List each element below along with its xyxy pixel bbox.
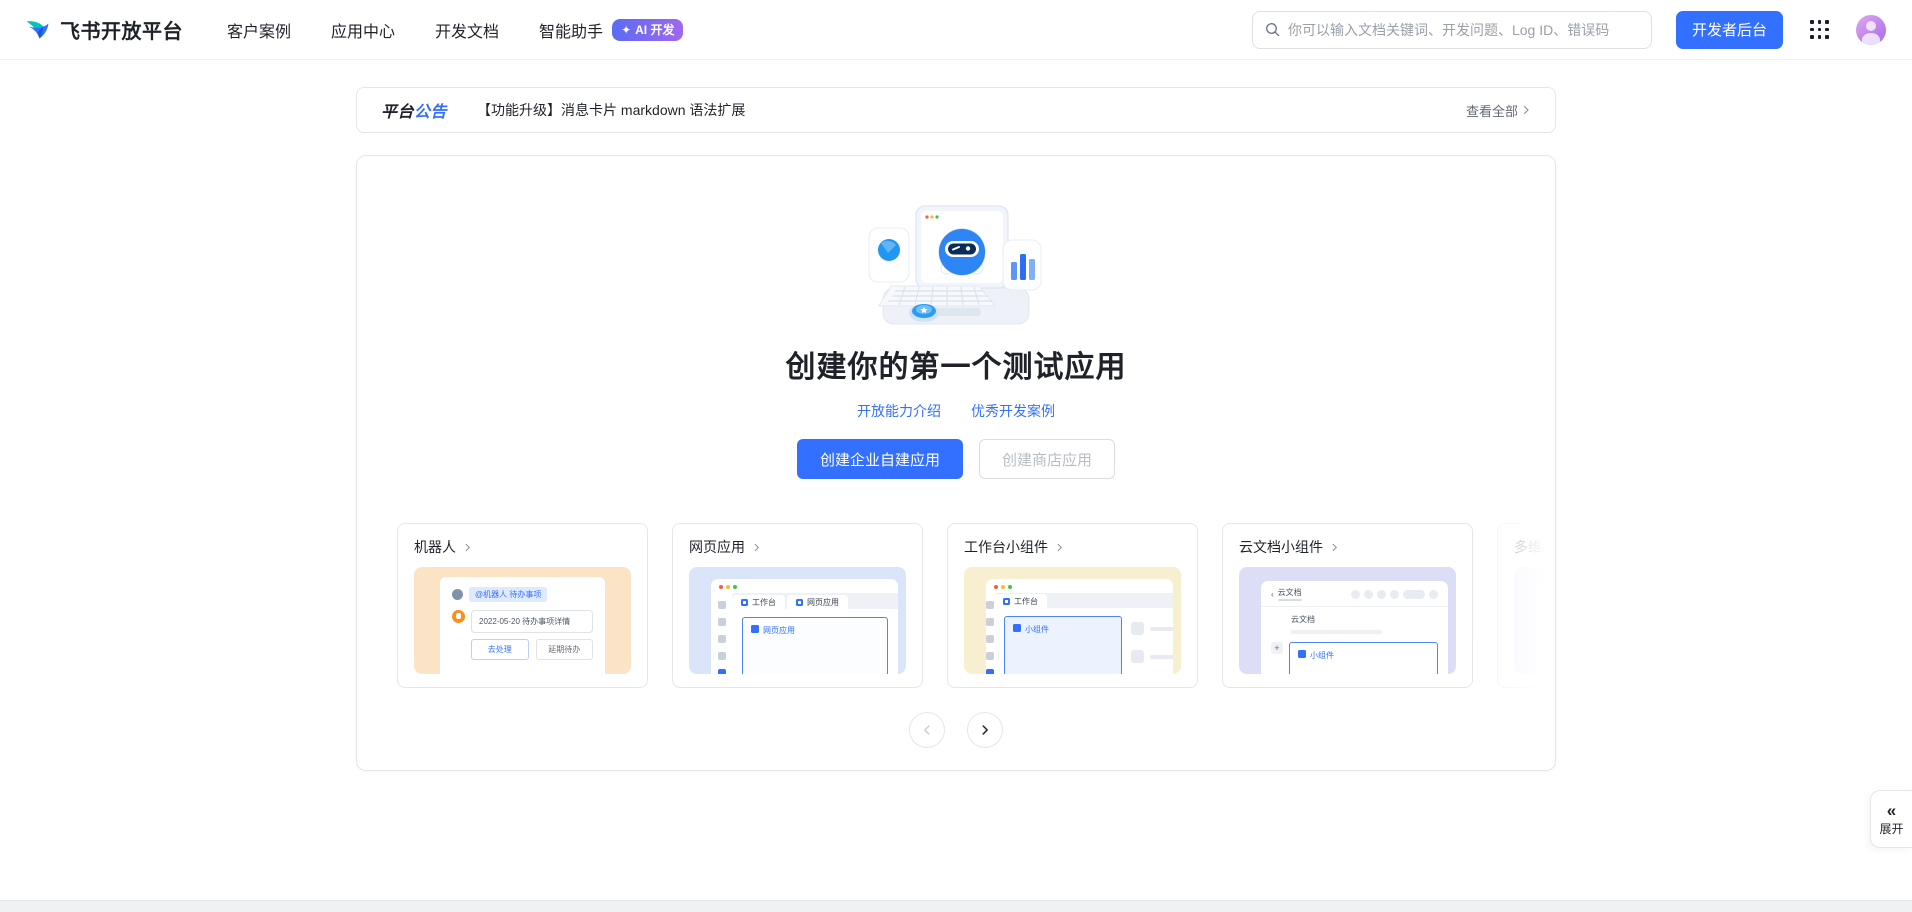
- mock-plus-icon: +: [1271, 642, 1283, 654]
- hero-buttons: 创建企业自建应用 创建商店应用: [357, 439, 1555, 479]
- mock-mention-pill: @机器人 待办事项: [469, 587, 548, 602]
- card-web-app[interactable]: 网页应用 工作台 网页应用 网页应用: [672, 523, 923, 688]
- nav-item-ai-assistant[interactable]: 智能助手 ✦ AI 开发: [539, 18, 684, 42]
- card-web-thumbnail: 工作台 网页应用 网页应用: [689, 567, 906, 674]
- create-custom-app-button[interactable]: 创建企业自建应用: [796, 439, 963, 479]
- card-bitable-plugin[interactable]: 多维表格插件 ‹ 多维表格: [1497, 523, 1555, 688]
- mock-action-secondary: 延期待办: [535, 639, 593, 660]
- feishu-logo-icon: [24, 16, 51, 43]
- card-workbench-thumbnail: 工作台 小组件: [964, 567, 1181, 674]
- card-bot[interactable]: 机器人 @机器人 待办事项 2022-05-20 待办事项详情 去处理 延期待办: [397, 523, 648, 688]
- card-web-title: 网页应用: [689, 539, 745, 555]
- bottom-edge-strip: [0, 900, 1912, 912]
- nav-item-ai-label: 智能助手: [539, 23, 604, 41]
- platform-announcement-banner[interactable]: 平台公告 【功能升级】消息卡片 markdown 语法扩展 查看全部: [356, 87, 1556, 133]
- carousel-controls: [357, 712, 1555, 748]
- card-docs-widget[interactable]: 云文档小组件 ‹ 云文档 云文档 + 小组件: [1222, 523, 1473, 688]
- app-launcher-icon[interactable]: [1810, 20, 1829, 39]
- card-bitable-thumbnail: ‹ 多维表格: [1514, 567, 1555, 674]
- expand-side-panel-button[interactable]: « 展开: [1870, 790, 1912, 848]
- card-workbench-title: 工作台小组件: [964, 539, 1048, 555]
- ai-dev-badge: ✦ AI 开发: [612, 18, 684, 41]
- brand-title: 飞书开放平台: [60, 21, 183, 43]
- link-open-capabilities[interactable]: 开放能力介绍: [857, 401, 941, 421]
- card-bot-title: 机器人: [414, 539, 456, 555]
- expand-label: 展开: [1879, 821, 1904, 836]
- global-search[interactable]: [1251, 10, 1652, 49]
- sparkle-icon: ✦: [621, 22, 632, 37]
- mock-bot-icon: [452, 610, 465, 623]
- nav-item-app-center[interactable]: 应用中心: [331, 18, 395, 42]
- mock-user-avatar: [452, 589, 463, 600]
- mock-todo-text: 2022-05-20 待办事项详情: [471, 610, 593, 633]
- link-dev-cases[interactable]: 优秀开发案例: [971, 401, 1055, 421]
- search-input[interactable]: [1287, 21, 1639, 38]
- card-bitable-title: 多维表格插件: [1514, 539, 1555, 555]
- chevron-right-icon: [754, 543, 760, 551]
- chevron-right-icon: [1521, 105, 1531, 115]
- brand-logo[interactable]: 飞书开放平台: [24, 15, 183, 44]
- capability-cards-row: 机器人 @机器人 待办事项 2022-05-20 待办事项详情 去处理 延期待办…: [357, 523, 1555, 688]
- nav-item-customer-cases[interactable]: 客户案例: [227, 18, 291, 42]
- nav-item-dev-docs[interactable]: 开发文档: [435, 18, 499, 42]
- user-avatar[interactable]: [1856, 14, 1886, 45]
- carousel-prev-button[interactable]: [909, 712, 945, 748]
- create-store-app-button[interactable]: 创建商店应用: [979, 439, 1116, 479]
- avatar-person-icon: [1866, 20, 1876, 31]
- page-content: 平台公告 【功能升级】消息卡片 markdown 语法扩展 查看全部 创建你的第…: [0, 60, 1912, 771]
- card-bot-thumbnail: @机器人 待办事项 2022-05-20 待办事项详情 去处理 延期待办: [414, 567, 631, 674]
- card-workbench-widget[interactable]: 工作台小组件 工作台 小组件: [947, 523, 1198, 688]
- card-docs-title: 云文档小组件: [1239, 539, 1323, 555]
- developer-console-button[interactable]: 开发者后台: [1675, 10, 1783, 49]
- chevron-left-icon: [924, 725, 930, 735]
- announcement-message[interactable]: 【功能升级】消息卡片 markdown 语法扩展: [477, 100, 745, 120]
- card-docs-thumbnail: ‹ 云文档 云文档 + 小组件: [1239, 567, 1456, 674]
- chevron-right-icon: [465, 543, 471, 551]
- topbar-right-cluster: 开发者后台: [1251, 10, 1886, 49]
- top-navigation-bar: 飞书开放平台 客户案例 应用中心 开发文档 智能助手 ✦ AI 开发 开发者后台: [0, 0, 1912, 60]
- chevron-right-icon: [982, 725, 988, 735]
- create-first-app-panel: 创建你的第一个测试应用 开放能力介绍 优秀开发案例 创建企业自建应用 创建商店应…: [356, 155, 1556, 771]
- hero-links: 开放能力介绍 优秀开发案例: [357, 401, 1555, 421]
- announcement-label: 平台公告: [381, 104, 448, 121]
- view-all-link[interactable]: 查看全部: [1466, 101, 1531, 120]
- chevron-right-icon: [1332, 543, 1338, 551]
- search-icon: [1265, 22, 1280, 37]
- ai-badge-label: AI 开发: [635, 23, 675, 37]
- hero-illustration: [861, 200, 1051, 328]
- hero-title: 创建你的第一个测试应用: [785, 351, 1127, 384]
- carousel-next-button[interactable]: [967, 712, 1003, 748]
- chevron-right-icon: [1057, 543, 1063, 551]
- main-nav: 客户案例 应用中心 开发文档 智能助手 ✦ AI 开发: [227, 18, 684, 42]
- double-chevron-left-icon: «: [1886, 800, 1897, 820]
- mock-action-primary: 去处理: [471, 639, 529, 660]
